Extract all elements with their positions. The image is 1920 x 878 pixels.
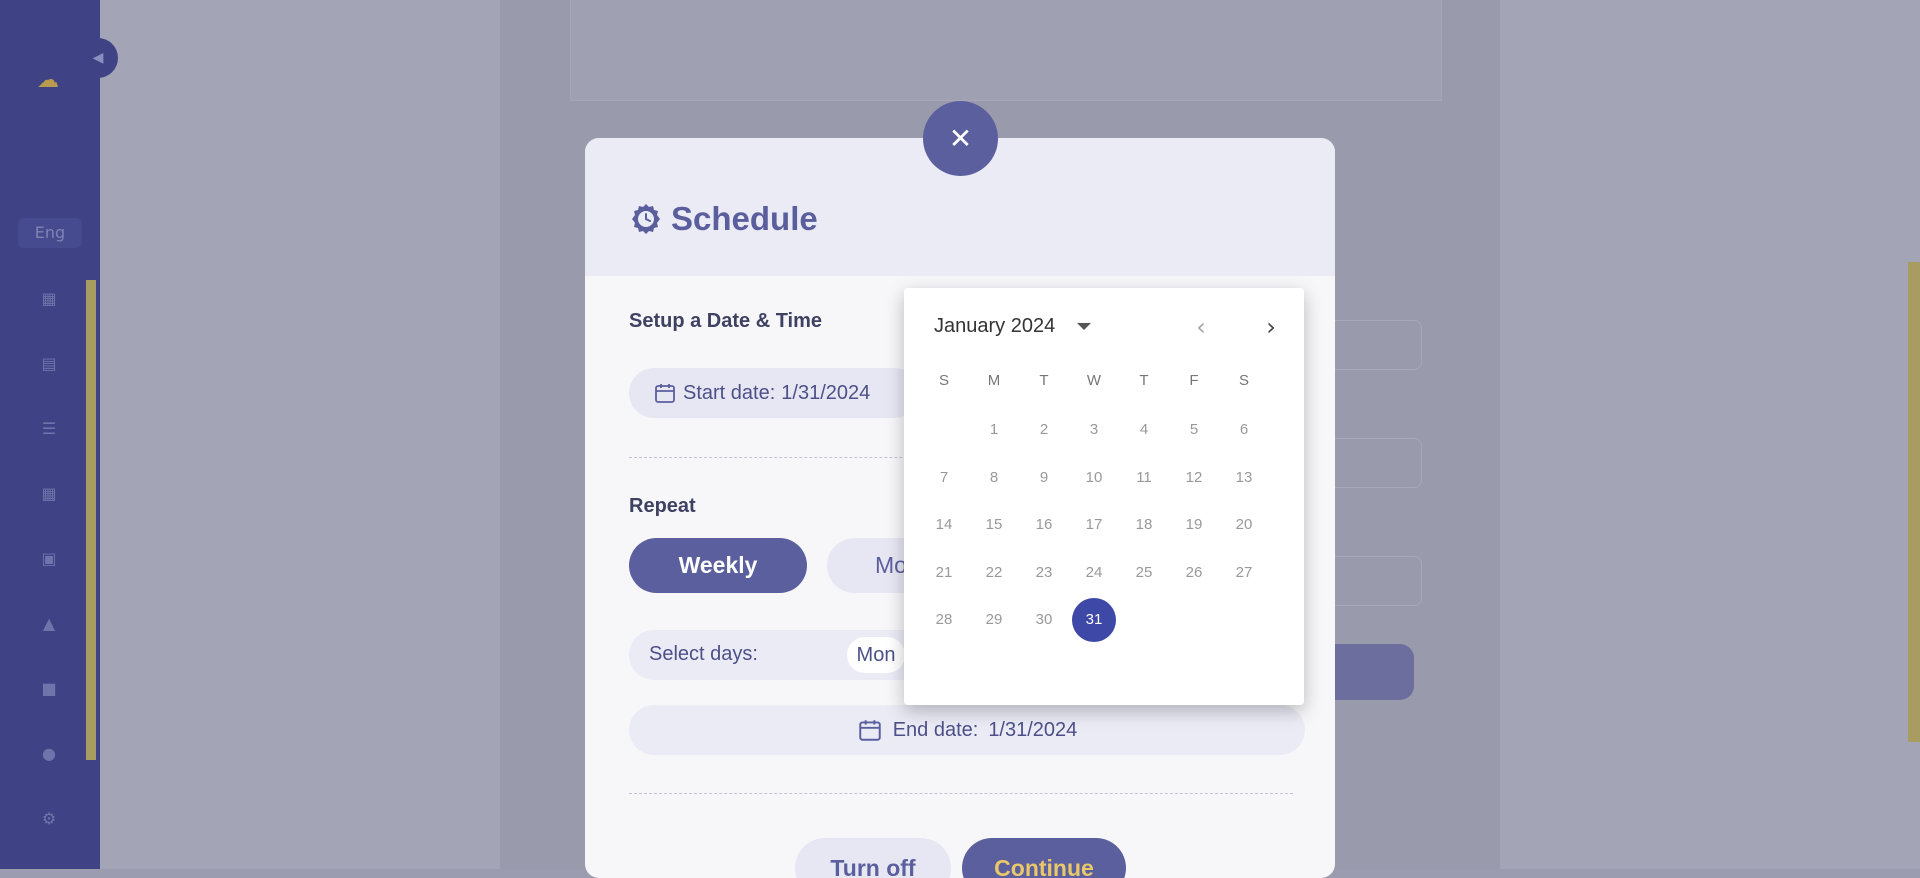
day-cell[interactable]: 15 [972,503,1016,547]
day-cell[interactable]: 4 [1122,408,1166,452]
month-year-label[interactable]: January 2024 [934,315,1055,338]
sidebar-collapse-button[interactable]: ◀ [78,38,118,78]
date-picker-header: January 2024 [934,315,1092,338]
logo-icon: ☁ [37,68,59,93]
day-cell[interactable]: 13 [1222,456,1266,500]
day-cell[interactable]: 30 [1022,598,1066,642]
day-cell[interactable]: 24 [1072,551,1116,595]
day-cell[interactable]: 1 [972,408,1016,452]
modal-title-group: Schedule [629,200,818,238]
month-dropdown-icon[interactable] [1077,323,1092,330]
day-cell[interactable]: 6 [1222,408,1266,452]
day-cell[interactable]: 12 [1172,456,1216,500]
repeat-weekly-button[interactable]: Weekly [629,538,807,593]
day-cell[interactable]: 28 [922,598,966,642]
day-cell[interactable]: 2 [1022,408,1066,452]
start-date-field[interactable]: Start date: 1/31/2024 [629,368,919,418]
weekday-header: S [1238,372,1249,389]
day-cell[interactable]: 27 [1222,551,1266,595]
logo-text [14,104,84,115]
day-cell[interactable]: 29 [972,598,1016,642]
day-cell[interactable]: 16 [1022,503,1066,547]
tag-icon[interactable]: ▲ [38,613,60,635]
day-cell[interactable]: 3 [1072,408,1116,452]
day-cell[interactable]: 5 [1172,408,1216,452]
day-cell[interactable]: 11 [1122,456,1166,500]
day-cell[interactable]: 22 [972,551,1016,595]
calendar-icon [655,384,675,403]
calendar-icon [858,720,881,741]
day-cell[interactable]: 21 [922,551,966,595]
day-cell[interactable]: 20 [1222,503,1266,547]
start-date-label: Start date: [683,381,776,404]
sidebar-language-label[interactable]: Eng [18,218,82,248]
weekday-header: S [938,372,949,389]
end-date-value: 1/31/2024 [988,718,1078,741]
day-cell[interactable]: 17 [1072,503,1116,547]
message-icon[interactable]: ■ [38,678,60,700]
select-days-label: Select days: [649,643,758,665]
day-cell[interactable]: 8 [972,456,1016,500]
weekday-header: F [1189,372,1199,389]
sidebar-accent-bar [86,280,96,760]
previous-month-button[interactable]: ‹ [1188,314,1214,340]
folder-icon[interactable]: ▤ [38,353,60,375]
day-cell[interactable]: 26 [1172,551,1216,595]
day-cell[interactable]: 10 [1072,456,1116,500]
right-accent-bar [1908,262,1920,742]
turn-off-button[interactable]: Turn off [795,838,951,878]
day-cell[interactable]: 9 [1022,456,1066,500]
footer-divider [629,793,1293,794]
day-cell[interactable]: 18 [1122,503,1166,547]
day-cell[interactable]: 25 [1122,551,1166,595]
clock-badge-icon [632,204,660,234]
page-card [570,0,1442,101]
weekday-header: W [1086,372,1102,389]
user-icon[interactable]: ● [38,743,60,765]
selected-day-cell[interactable]: 31 [1072,598,1116,642]
day-cell[interactable]: 7 [922,456,966,500]
dashboard-icon[interactable]: ▦ [38,288,60,310]
day-cell[interactable]: 23 [1022,551,1066,595]
close-button[interactable]: ✕ [923,101,998,176]
day-chip-mon[interactable]: Mon [847,637,905,673]
next-month-button[interactable]: › [1258,314,1284,340]
start-date-value: 1/31/2024 [781,381,871,404]
day-cell[interactable]: 14 [922,503,966,547]
weekday-header: T [1139,372,1149,389]
repeat-section-label: Repeat [629,495,696,517]
chart-icon[interactable]: ▦ [38,483,60,505]
end-date-label: End date: [892,718,979,741]
day-cell[interactable]: 19 [1172,503,1216,547]
calendar-icon[interactable]: ▣ [38,548,60,570]
sidebar: ◀ ☁ Eng ▦ ▤ ☰ ▦ ▣ ▲ ■ ● ⚙ [0,0,118,869]
weekday-header: M [987,372,1001,389]
list-icon[interactable]: ☰ [38,418,60,440]
continue-button[interactable]: Continue [962,838,1126,878]
close-icon: ✕ [948,122,973,155]
modal-title: Schedule [671,200,818,237]
date-picker: January 2024 ‹ › SMTWTFS 1 2 3 4 5 6 7 8 9 10 11 12… [904,288,1304,705]
weekday-header: T [1039,372,1049,389]
end-date-field[interactable]: End date: 1/31/2024 [629,705,1305,755]
date-time-section-label: Setup a Date & Time [629,310,823,332]
settings-icon[interactable]: ⚙ [38,808,60,830]
